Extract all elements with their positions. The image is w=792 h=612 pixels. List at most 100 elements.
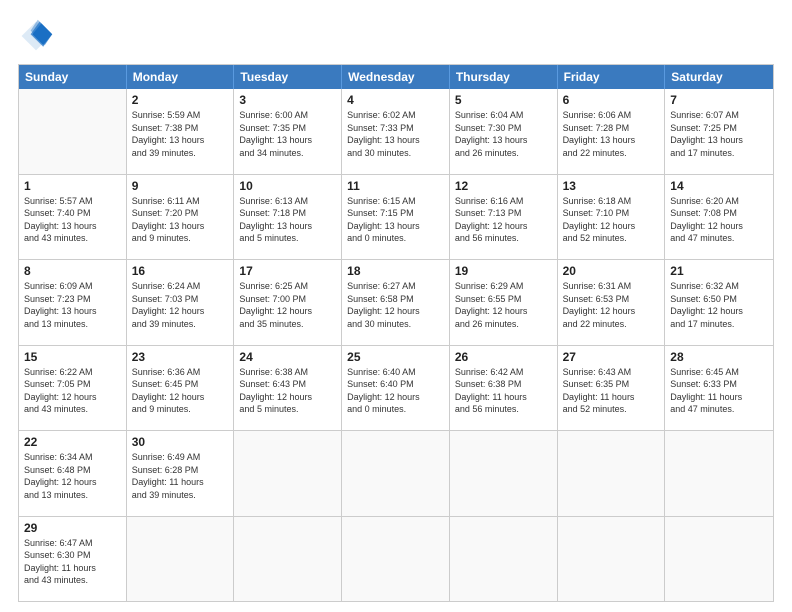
cal-cell: [450, 517, 558, 602]
header-day-thursday: Thursday: [450, 65, 558, 89]
page: SundayMondayTuesdayWednesdayThursdayFrid…: [0, 0, 792, 612]
cal-cell: 18 Sunrise: 6:27 AM Sunset: 6:58 PM Dayli…: [342, 260, 450, 345]
day-number: 25: [347, 350, 444, 364]
day-number: 23: [132, 350, 229, 364]
cell-info: Sunrise: 6:43 AM Sunset: 6:35 PM Dayligh…: [563, 366, 660, 416]
day-number: 3: [239, 93, 336, 107]
day-number: 6: [563, 93, 660, 107]
cell-info: Sunrise: 6:36 AM Sunset: 6:45 PM Dayligh…: [132, 366, 229, 416]
cell-info: Sunrise: 6:02 AM Sunset: 7:33 PM Dayligh…: [347, 109, 444, 159]
day-number: 11: [347, 179, 444, 193]
cell-info: Sunrise: 5:59 AM Sunset: 7:38 PM Dayligh…: [132, 109, 229, 159]
cal-cell: 30 Sunrise: 6:49 AM Sunset: 6:28 PM Dayli…: [127, 431, 235, 516]
cal-cell: 9Sunrise: 6:11 AM Sunset: 7:20 PM Daylig…: [127, 175, 235, 260]
header: [18, 18, 774, 54]
calendar: SundayMondayTuesdayWednesdayThursdayFrid…: [18, 64, 774, 602]
cell-info: Sunrise: 6:04 AM Sunset: 7:30 PM Dayligh…: [455, 109, 552, 159]
day-number: 8: [24, 264, 121, 278]
logo-icon: [18, 18, 54, 54]
cal-row-5: 29Sunrise: 6:47 AM Sunset: 6:30 PM Dayli…: [19, 516, 773, 602]
cal-cell: [665, 517, 773, 602]
cal-cell: 3 Sunrise: 6:00 AM Sunset: 7:35 PM Daylig…: [234, 89, 342, 174]
day-number: 30: [132, 435, 229, 449]
cal-cell: 8 Sunrise: 6:09 AM Sunset: 7:23 PM Daylig…: [19, 260, 127, 345]
cal-row-1: 1 Sunrise: 5:57 AM Sunset: 7:40 PM Daylig…: [19, 174, 773, 260]
logo: [18, 18, 58, 54]
cal-cell: 29Sunrise: 6:47 AM Sunset: 6:30 PM Dayli…: [19, 517, 127, 602]
day-number: 24: [239, 350, 336, 364]
header-day-wednesday: Wednesday: [342, 65, 450, 89]
cell-info: Sunrise: 5:57 AM Sunset: 7:40 PM Dayligh…: [24, 195, 121, 245]
cell-info: Sunrise: 6:06 AM Sunset: 7:28 PM Dayligh…: [563, 109, 660, 159]
cal-cell: 17 Sunrise: 6:25 AM Sunset: 7:00 PM Dayli…: [234, 260, 342, 345]
cal-cell: 2 Sunrise: 5:59 AM Sunset: 7:38 PM Daylig…: [127, 89, 235, 174]
cal-cell: 10Sunrise: 6:13 AM Sunset: 7:18 PM Dayli…: [234, 175, 342, 260]
cell-info: Sunrise: 6:20 AM Sunset: 7:08 PM Dayligh…: [670, 195, 768, 245]
cal-cell: 4 Sunrise: 6:02 AM Sunset: 7:33 PM Daylig…: [342, 89, 450, 174]
cal-cell: 12Sunrise: 6:16 AM Sunset: 7:13 PM Dayli…: [450, 175, 558, 260]
cal-row-2: 8 Sunrise: 6:09 AM Sunset: 7:23 PM Daylig…: [19, 259, 773, 345]
cell-info: Sunrise: 6:15 AM Sunset: 7:15 PM Dayligh…: [347, 195, 444, 245]
header-day-friday: Friday: [558, 65, 666, 89]
cell-info: Sunrise: 6:49 AM Sunset: 6:28 PM Dayligh…: [132, 451, 229, 501]
day-number: 9: [132, 179, 229, 193]
day-number: 4: [347, 93, 444, 107]
cell-info: Sunrise: 6:40 AM Sunset: 6:40 PM Dayligh…: [347, 366, 444, 416]
day-number: 29: [24, 521, 121, 535]
cal-cell: 16 Sunrise: 6:24 AM Sunset: 7:03 PM Dayli…: [127, 260, 235, 345]
cell-info: Sunrise: 6:32 AM Sunset: 6:50 PM Dayligh…: [670, 280, 768, 330]
cal-cell: [342, 517, 450, 602]
header-day-sunday: Sunday: [19, 65, 127, 89]
cal-row-0: 2 Sunrise: 5:59 AM Sunset: 7:38 PM Daylig…: [19, 89, 773, 174]
cell-info: Sunrise: 6:22 AM Sunset: 7:05 PM Dayligh…: [24, 366, 121, 416]
cal-row-3: 15 Sunrise: 6:22 AM Sunset: 7:05 PM Dayli…: [19, 345, 773, 431]
calendar-body: 2 Sunrise: 5:59 AM Sunset: 7:38 PM Daylig…: [19, 89, 773, 601]
cal-cell: [558, 517, 666, 602]
cal-cell: 6 Sunrise: 6:06 AM Sunset: 7:28 PM Daylig…: [558, 89, 666, 174]
day-number: 28: [670, 350, 768, 364]
day-number: 1: [24, 179, 121, 193]
cell-info: Sunrise: 6:31 AM Sunset: 6:53 PM Dayligh…: [563, 280, 660, 330]
cal-cell: [127, 517, 235, 602]
cal-cell: 19Sunrise: 6:29 AM Sunset: 6:55 PM Dayli…: [450, 260, 558, 345]
cell-info: Sunrise: 6:00 AM Sunset: 7:35 PM Dayligh…: [239, 109, 336, 159]
cal-cell: [234, 517, 342, 602]
day-number: 7: [670, 93, 768, 107]
cal-cell: 25 Sunrise: 6:40 AM Sunset: 6:40 PM Dayli…: [342, 346, 450, 431]
cal-cell: [342, 431, 450, 516]
day-number: 16: [132, 264, 229, 278]
cal-cell: 13 Sunrise: 6:18 AM Sunset: 7:10 PM Dayli…: [558, 175, 666, 260]
day-number: 26: [455, 350, 552, 364]
header-day-tuesday: Tuesday: [234, 65, 342, 89]
day-number: 21: [670, 264, 768, 278]
cal-cell: 20Sunrise: 6:31 AM Sunset: 6:53 PM Dayli…: [558, 260, 666, 345]
cell-info: Sunrise: 6:38 AM Sunset: 6:43 PM Dayligh…: [239, 366, 336, 416]
cal-cell: 24 Sunrise: 6:38 AM Sunset: 6:43 PM Dayli…: [234, 346, 342, 431]
cal-cell: 22Sunrise: 6:34 AM Sunset: 6:48 PM Dayli…: [19, 431, 127, 516]
cell-info: Sunrise: 6:25 AM Sunset: 7:00 PM Dayligh…: [239, 280, 336, 330]
calendar-header: SundayMondayTuesdayWednesdayThursdayFrid…: [19, 65, 773, 89]
cell-info: Sunrise: 6:18 AM Sunset: 7:10 PM Dayligh…: [563, 195, 660, 245]
cell-info: Sunrise: 6:09 AM Sunset: 7:23 PM Dayligh…: [24, 280, 121, 330]
cal-cell: 23 Sunrise: 6:36 AM Sunset: 6:45 PM Dayli…: [127, 346, 235, 431]
cal-cell: [450, 431, 558, 516]
cell-info: Sunrise: 6:24 AM Sunset: 7:03 PM Dayligh…: [132, 280, 229, 330]
cell-info: Sunrise: 6:07 AM Sunset: 7:25 PM Dayligh…: [670, 109, 768, 159]
cal-cell: 21 Sunrise: 6:32 AM Sunset: 6:50 PM Dayli…: [665, 260, 773, 345]
cell-info: Sunrise: 6:16 AM Sunset: 7:13 PM Dayligh…: [455, 195, 552, 245]
header-day-saturday: Saturday: [665, 65, 773, 89]
day-number: 17: [239, 264, 336, 278]
day-number: 13: [563, 179, 660, 193]
day-number: 18: [347, 264, 444, 278]
cell-info: Sunrise: 6:42 AM Sunset: 6:38 PM Dayligh…: [455, 366, 552, 416]
cell-info: Sunrise: 6:13 AM Sunset: 7:18 PM Dayligh…: [239, 195, 336, 245]
cell-info: Sunrise: 6:27 AM Sunset: 6:58 PM Dayligh…: [347, 280, 444, 330]
day-number: 22: [24, 435, 121, 449]
cell-info: Sunrise: 6:29 AM Sunset: 6:55 PM Dayligh…: [455, 280, 552, 330]
day-number: 15: [24, 350, 121, 364]
day-number: 2: [132, 93, 229, 107]
day-number: 27: [563, 350, 660, 364]
cal-cell: [19, 89, 127, 174]
cal-cell: 26 Sunrise: 6:42 AM Sunset: 6:38 PM Dayli…: [450, 346, 558, 431]
cal-cell: 7 Sunrise: 6:07 AM Sunset: 7:25 PM Daylig…: [665, 89, 773, 174]
